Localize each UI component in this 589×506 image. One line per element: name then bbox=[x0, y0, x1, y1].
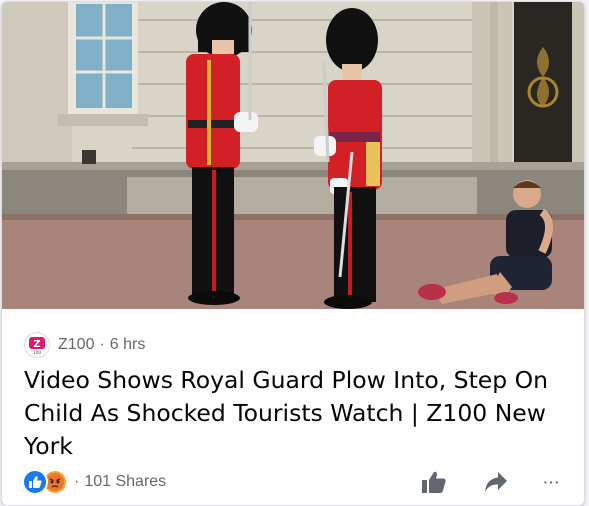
share-button[interactable] bbox=[481, 468, 511, 496]
post-footer: · 101 Shares ··· bbox=[22, 468, 567, 496]
palace-guards-photo bbox=[2, 2, 584, 309]
headline-link[interactable]: Video Shows Royal Guard Plow Into, Step … bbox=[24, 364, 572, 463]
svg-text:100: 100 bbox=[33, 350, 42, 355]
svg-text:Z: Z bbox=[33, 339, 40, 350]
source-name-link[interactable]: Z100 bbox=[58, 336, 94, 354]
share-arrow-icon bbox=[485, 472, 507, 492]
post-timestamp[interactable]: 6 hrs bbox=[110, 336, 146, 354]
shares-count[interactable]: · 101 Shares bbox=[74, 473, 166, 491]
more-icon: ··· bbox=[543, 474, 561, 490]
more-options-button[interactable]: ··· bbox=[537, 468, 567, 496]
news-post-card[interactable]: Z 100 Z100 · 6 hrs Video Shows Royal Gua… bbox=[1, 1, 585, 506]
shares-separator: · bbox=[74, 473, 80, 490]
z100-logo-icon: Z 100 bbox=[29, 337, 45, 355]
reaction-summary[interactable] bbox=[22, 469, 68, 495]
like-button[interactable] bbox=[419, 468, 449, 496]
z100-logo[interactable]: Z 100 bbox=[24, 332, 50, 358]
meta-separator: · bbox=[99, 336, 105, 353]
like-icon bbox=[22, 469, 48, 495]
post-actions: ··· bbox=[419, 468, 567, 496]
shares-label[interactable]: 101 Shares bbox=[84, 473, 166, 490]
post-image[interactable] bbox=[2, 2, 584, 309]
thumbs-up-icon bbox=[422, 471, 446, 493]
post-meta: Z 100 Z100 · 6 hrs bbox=[24, 332, 145, 358]
